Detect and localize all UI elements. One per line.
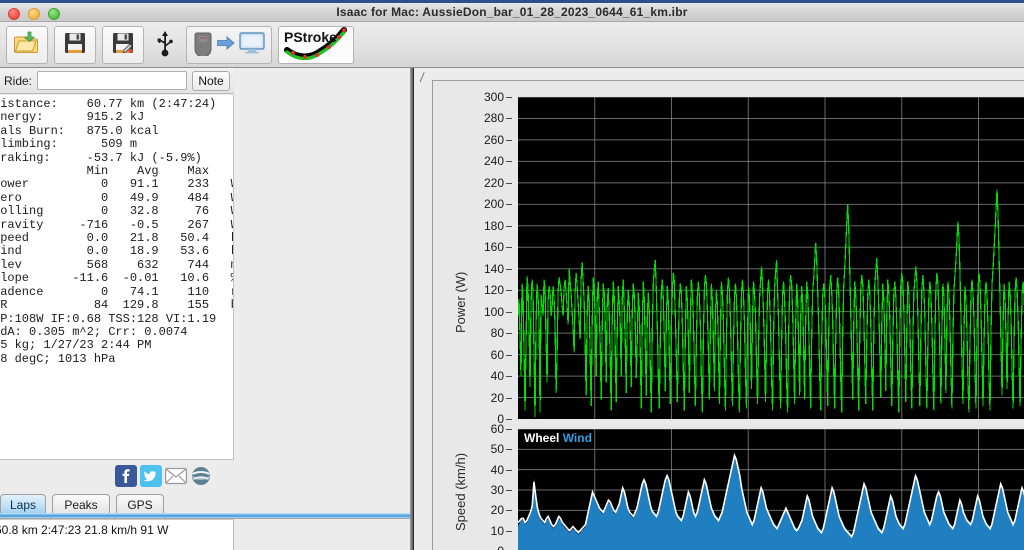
- pstroke-button[interactable]: PStroke: [278, 26, 354, 64]
- y-tick-label: 160: [484, 240, 504, 254]
- save-as-file-button[interactable]: [102, 26, 144, 64]
- y-tick-mark: [506, 333, 512, 334]
- email-icon[interactable]: [165, 465, 187, 487]
- y-tick-label: 220: [484, 176, 504, 190]
- y-tick-label: 20: [491, 391, 504, 405]
- open-file-button[interactable]: [6, 26, 48, 64]
- y-tick-mark: [506, 490, 512, 491]
- tab-laps[interactable]: Laps: [0, 494, 46, 514]
- splitter-handle-glyph[interactable]: /: [419, 70, 424, 87]
- legend-wheel-label: Wheel: [524, 431, 559, 445]
- laps-table[interactable]: 60.8 km 2:47:23 21.8 km/h 91 W: [0, 519, 234, 550]
- usb-device-button[interactable]: [150, 26, 180, 64]
- ride-label: Ride:: [4, 74, 32, 88]
- close-window-button[interactable]: [8, 8, 20, 20]
- application-window: Isaac for Mac: AussieDon_bar_01_28_2023_…: [0, 0, 1024, 550]
- svg-text:PStroke: PStroke: [284, 29, 337, 45]
- power-y-tick-labels: 0204060801001201401601802002202402602803…: [459, 97, 514, 419]
- pane-divider[interactable]: [410, 68, 413, 550]
- arrow-right-icon: [217, 36, 235, 53]
- ride-row: Ride: Note: [0, 68, 234, 94]
- y-tick-label: 200: [484, 197, 504, 211]
- y-tick-label: 40: [491, 369, 504, 383]
- y-tick-label: 300: [484, 90, 504, 104]
- toolbar: PStroke: [0, 22, 1024, 68]
- minimize-window-button[interactable]: [28, 8, 40, 20]
- zoom-window-button[interactable]: [48, 8, 60, 20]
- y-tick-mark: [506, 118, 512, 119]
- y-tick-label: 80: [491, 326, 504, 340]
- open-folder-icon: [14, 31, 40, 58]
- y-tick-label: 100: [484, 305, 504, 319]
- title-bar: Isaac for Mac: AussieDon_bar_01_28_2023_…: [0, 0, 1024, 22]
- y-tick-label: 60: [491, 348, 504, 362]
- y-tick-label: 10: [491, 524, 504, 538]
- tab-gps[interactable]: GPS: [116, 494, 164, 514]
- y-tick-mark: [506, 204, 512, 205]
- y-tick-mark: [506, 429, 512, 430]
- y-tick-label: 260: [484, 133, 504, 147]
- y-tick-mark: [506, 355, 512, 356]
- power-plot-area[interactable]: [518, 97, 1024, 419]
- y-tick-mark: [506, 290, 512, 291]
- ride-statistics-text: Distance: 60.77 km (2:47:24) Energy: 915…: [0, 98, 233, 366]
- pstroke-logo-icon: PStroke: [281, 26, 351, 63]
- y-tick-mark: [506, 376, 512, 377]
- tab-label: Laps: [10, 498, 36, 512]
- floppy-save-icon: [63, 31, 87, 58]
- floppy-save-as-icon: [111, 31, 135, 58]
- y-tick-mark: [506, 531, 512, 532]
- power-series-path: [518, 97, 1024, 419]
- table-row[interactable]: 60.8 km 2:47:23 21.8 km/h 91 W: [0, 520, 233, 537]
- y-tick-mark: [506, 470, 512, 471]
- twitter-icon[interactable]: [140, 465, 162, 487]
- y-tick-label: 180: [484, 219, 504, 233]
- y-tick-mark: [506, 269, 512, 270]
- y-tick-mark: [506, 97, 512, 98]
- y-tick-mark: [506, 312, 512, 313]
- tab-label: Peaks: [64, 498, 97, 512]
- y-tick-label: 0: [497, 544, 504, 550]
- facebook-icon[interactable]: [115, 465, 137, 487]
- y-tick-mark: [506, 398, 512, 399]
- y-tick-mark: [506, 247, 512, 248]
- download-from-device-button[interactable]: [186, 26, 272, 64]
- tab-label: GPS: [127, 498, 152, 512]
- y-tick-mark: [506, 183, 512, 184]
- y-tick-label: 50: [491, 442, 504, 456]
- y-tick-label: 240: [484, 154, 504, 168]
- speed-plot-area[interactable]: Wheel Wind: [518, 429, 1024, 550]
- y-tick-label: 20: [491, 503, 504, 517]
- ride-input[interactable]: [37, 71, 187, 90]
- y-tick-label: 140: [484, 262, 504, 276]
- social-share-row: [0, 460, 234, 492]
- left-panel: Ride: Note Distance: 60.77 km (2:47:24) …: [0, 68, 411, 550]
- y-tick-label: 280: [484, 111, 504, 125]
- y-tick-mark: [506, 419, 512, 420]
- tab-peaks[interactable]: Peaks: [52, 494, 110, 514]
- speed-legend: Wheel Wind: [524, 431, 592, 445]
- chart-panel: / Power (W) 0204060801001201401601802002…: [414, 68, 1024, 550]
- usb-icon: [156, 29, 174, 60]
- ride-statistics-panel[interactable]: Distance: 60.77 km (2:47:24) Energy: 915…: [0, 95, 234, 460]
- y-tick-mark: [506, 140, 512, 141]
- chart-frame: Power (W) 020406080100120140160180200220…: [432, 80, 1024, 550]
- y-tick-label: 60: [491, 422, 504, 436]
- device-icon: [193, 30, 213, 59]
- speed-y-tick-labels: 0102030405060: [459, 429, 514, 550]
- y-tick-mark: [506, 161, 512, 162]
- y-tick-label: 40: [491, 463, 504, 477]
- computer-monitor-icon: [239, 31, 265, 58]
- y-tick-mark: [506, 226, 512, 227]
- note-button[interactable]: Note: [192, 71, 230, 91]
- y-tick-label: 30: [491, 483, 504, 497]
- y-tick-label: 120: [484, 283, 504, 297]
- globe-share-icon[interactable]: [190, 465, 212, 487]
- legend-wind-label: Wind: [563, 431, 592, 445]
- y-tick-mark: [506, 449, 512, 450]
- window-title: Isaac for Mac: AussieDon_bar_01_28_2023_…: [336, 5, 687, 19]
- y-tick-mark: [506, 510, 512, 511]
- save-file-button[interactable]: [54, 26, 96, 64]
